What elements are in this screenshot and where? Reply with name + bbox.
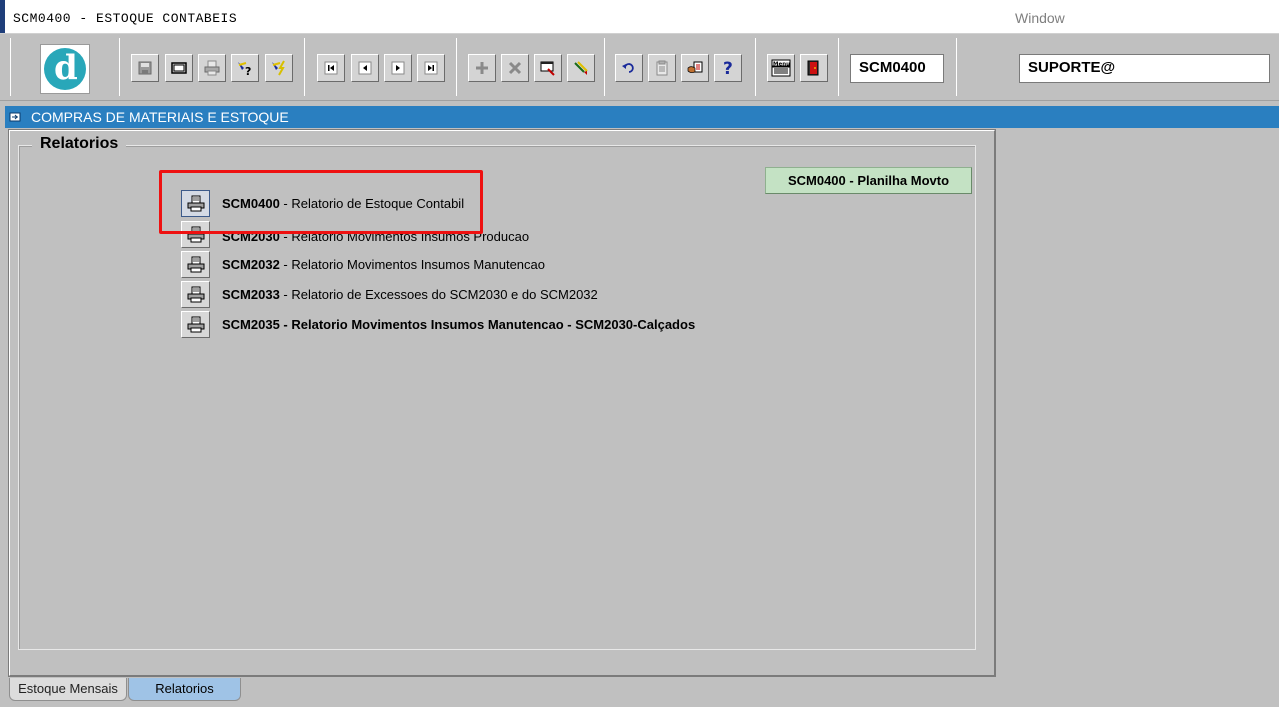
planilha-movto-button[interactable]: SCM0400 - Planilha Movto [765,167,972,194]
form-code-field[interactable]: SCM0400 [850,54,944,83]
save-icon [138,61,152,75]
menubar: SCM0400 - ESTOQUE CONTABEIS Window [0,0,1279,34]
printer-icon [187,256,204,272]
printer-icon [187,316,204,332]
window-title: SCM0400 - ESTOQUE CONTABEIS [13,11,238,26]
query-button[interactable]: ? [231,54,259,82]
window-state-icon[interactable] [9,111,21,123]
window-icon [171,62,187,74]
duplicate-icon [540,61,555,76]
menu-icon: Menu [771,59,791,77]
user-field[interactable]: SUPORTE@ [1019,54,1270,83]
report-code: SCM2033 [222,287,280,302]
edit-button[interactable] [567,54,595,82]
report-button-scm2033[interactable] [181,281,210,308]
list-values-icon [687,61,703,74]
group-title: Relatorios [32,135,127,153]
clipboard-icon [656,60,668,76]
module-title: COMPRAS DE MATERIAIS E ESTOQUE [31,109,289,125]
toolbar: d ? ? Menu SCM0400 SUPORTE@ [0,34,1279,101]
report-desc: - Relatorio Movimentos Insumos Manutenca… [279,317,696,332]
previous-record-icon [358,61,372,75]
last-record-icon [424,61,438,75]
menu-button[interactable]: Menu [767,54,795,82]
execute-query-icon [272,60,285,76]
tab-relatorios[interactable]: Relatorios [128,678,241,701]
report-button-scm2032[interactable] [181,251,210,278]
undo-button[interactable] [615,54,643,82]
list-values-button[interactable] [681,54,709,82]
logo-letter: d [54,48,78,88]
exit-icon [807,60,819,76]
report-desc: - Relatorio Movimentos Insumos Manutenca… [279,257,545,272]
previous-record-button[interactable] [351,54,379,82]
duplicate-button[interactable] [534,54,562,82]
first-record-icon [324,61,338,75]
window-edge [0,0,5,33]
report-label-scm2035: SCM2035 - Relatorio Movimentos Insumos M… [222,317,695,332]
window-menu[interactable]: Window [1015,10,1065,26]
report-label-scm2032: SCM2032 - Relatorio Movimentos Insumos M… [222,257,545,272]
svg-text:?: ? [723,59,733,77]
insert-record-button[interactable] [468,54,496,82]
next-record-icon [391,61,405,75]
company-logo: d [40,44,90,94]
last-record-button[interactable] [417,54,445,82]
clipboard-button[interactable] [648,54,676,82]
help-button[interactable]: ? [714,54,742,82]
edit-icon [574,61,588,75]
print-button[interactable] [198,54,226,82]
next-record-button[interactable] [384,54,412,82]
first-record-button[interactable] [317,54,345,82]
report-code: SCM2035 [222,317,280,332]
printer-icon [187,286,204,302]
report-desc: - Relatorio de Excessoes do SCM2030 e do… [279,287,598,302]
delete-record-icon [508,61,522,75]
help-icon: ? [723,59,733,77]
execute-query-button[interactable] [265,54,293,82]
query-icon: ? [238,62,251,77]
insert-record-icon [476,62,488,74]
highlight-annotation [159,170,483,234]
report-button-scm2035[interactable] [181,311,210,338]
report-label-scm2033: SCM2033 - Relatorio de Excessoes do SCM2… [222,287,598,302]
report-code: SCM2032 [222,257,280,272]
svg-text:?: ? [245,65,251,77]
delete-record-button[interactable] [501,54,529,82]
module-title-bar: COMPRAS DE MATERIAIS E ESTOQUE [5,106,1279,128]
window-button[interactable] [165,54,193,82]
main-panel: SCM0400 - Planilha Movto Relatorios [8,129,996,677]
undo-icon [622,63,634,73]
print-icon [204,60,220,76]
exit-button[interactable] [800,54,828,82]
tab-estoque-mensais[interactable]: Estoque Mensais [9,678,127,701]
save-button[interactable] [131,54,159,82]
